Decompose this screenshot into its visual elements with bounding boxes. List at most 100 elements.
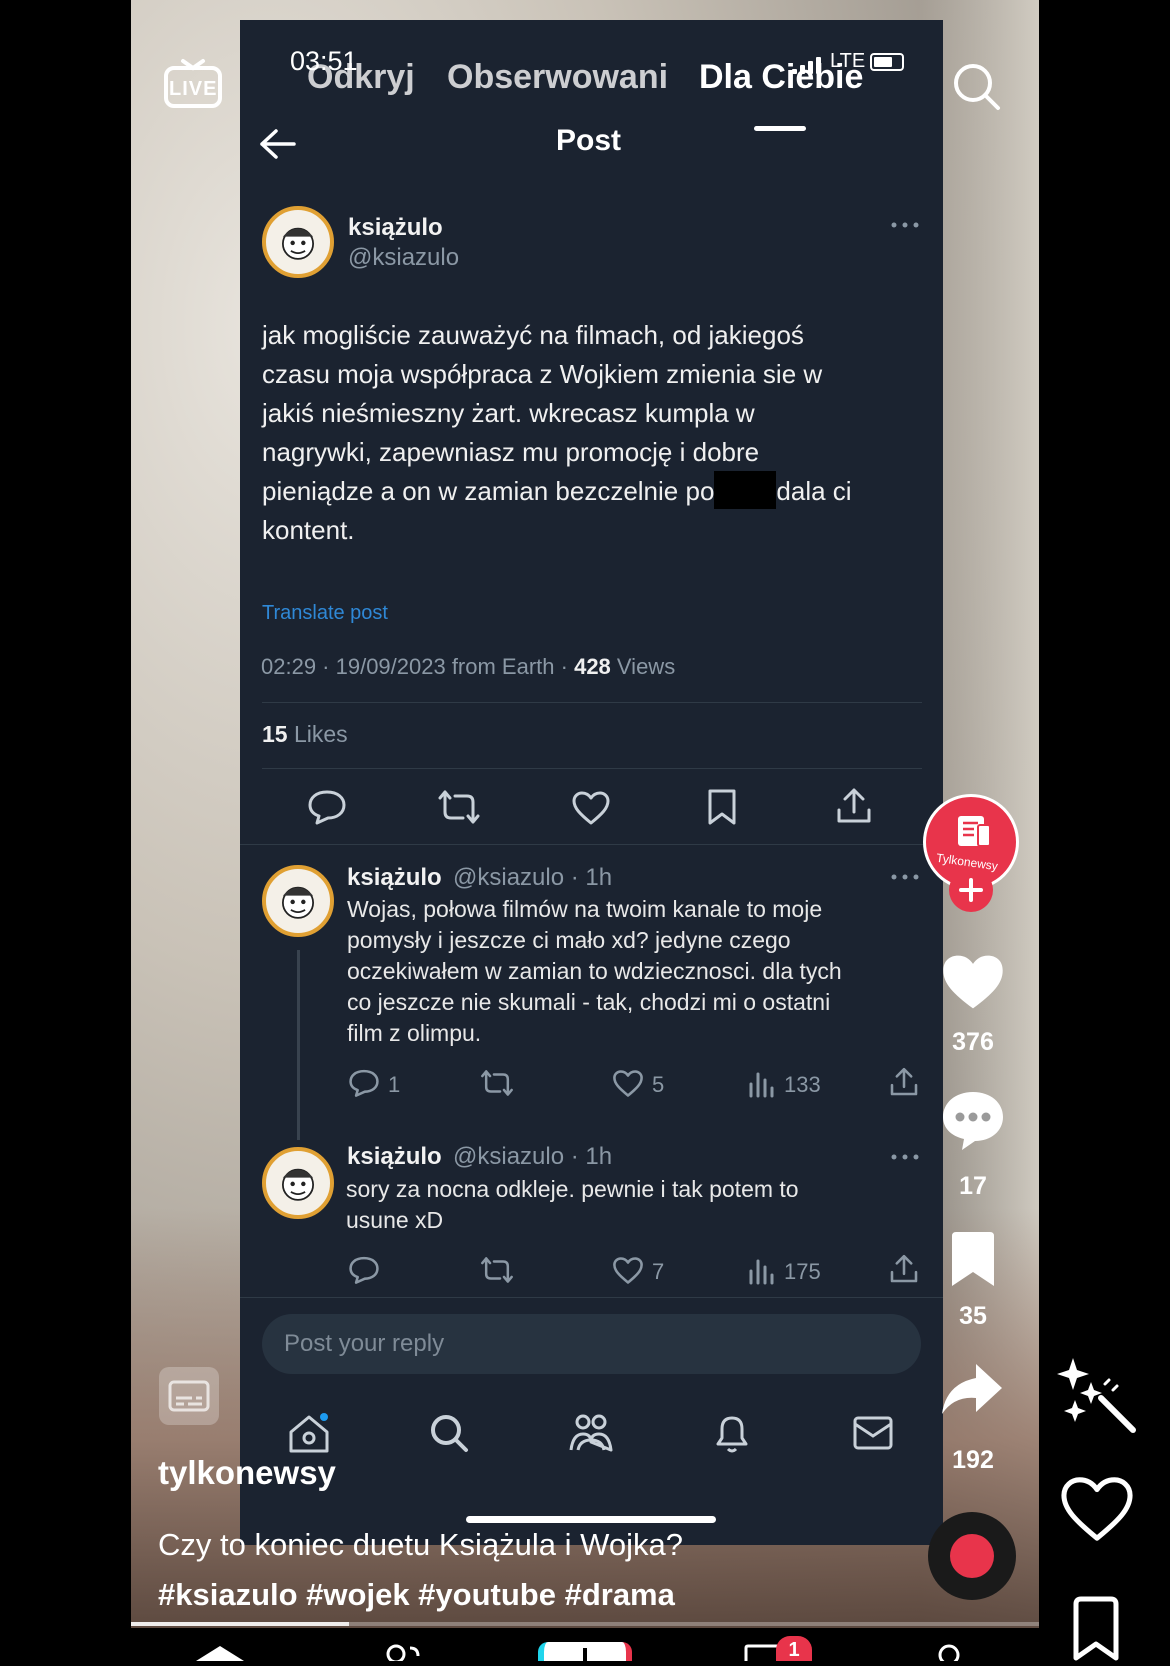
effects-button[interactable] <box>1055 1354 1139 1439</box>
reply-input[interactable]: Post your reply <box>262 1314 921 1374</box>
more-options-button[interactable] <box>890 870 920 882</box>
nav-home-button[interactable] <box>196 1646 244 1661</box>
avatar-face-icon <box>282 1168 314 1201</box>
favorite-button[interactable] <box>948 1230 998 1293</box>
reply-like-button[interactable] <box>612 1256 644 1290</box>
captions-icon <box>159 1367 219 1425</box>
twitter-search-button[interactable] <box>428 1412 470 1459</box>
live-button[interactable]: LIVE <box>163 58 223 110</box>
more-options-button[interactable] <box>890 1150 920 1162</box>
live-label: LIVE <box>169 78 218 100</box>
reply-handle-time[interactable]: @ksiazulo · 1h <box>453 1143 612 1171</box>
avatar-face-icon <box>282 886 314 919</box>
views-count: 428 <box>574 654 611 679</box>
comment-count: 17 <box>959 1172 987 1200</box>
reply-line: usune xD <box>346 1207 444 1233</box>
plus-icon <box>959 878 983 902</box>
twitter-home-button[interactable] <box>287 1412 331 1459</box>
inbox-badge: 1 <box>776 1636 812 1661</box>
bookmark-button[interactable] <box>706 788 738 831</box>
nav-create-button[interactable] <box>538 1642 632 1661</box>
likes-summary[interactable]: 15 Likes <box>262 721 348 748</box>
like-count: 376 <box>952 1028 994 1056</box>
sound-disc-button[interactable] <box>928 1512 1016 1600</box>
like-video-button[interactable] <box>940 952 1006 1017</box>
avatar[interactable] <box>262 865 334 937</box>
reply-like-button[interactable] <box>612 1069 644 1103</box>
post-line-part: pieniądze a on w zamian bezczelnie po <box>262 476 715 506</box>
more-dots-icon <box>891 1154 919 1160</box>
back-button[interactable] <box>258 128 298 160</box>
reply-line: Wojas, połowa filmów na twoim kanale to … <box>347 896 823 922</box>
reply-views-button[interactable] <box>748 1070 774 1103</box>
home-icon <box>196 1646 244 1661</box>
more-dots-icon <box>891 222 919 228</box>
nav-friends-button[interactable] <box>382 1642 430 1664</box>
views-chart-icon <box>749 1072 774 1098</box>
bell-icon <box>716 1416 748 1453</box>
avatar[interactable] <box>262 1147 334 1219</box>
reply-repost-button[interactable] <box>480 1255 514 1290</box>
twitter-messages-button[interactable] <box>852 1414 894 1457</box>
repost-button[interactable] <box>437 788 481 831</box>
reply-line: pomysły i jeszcze ci mało xd? jedyne cze… <box>347 927 791 953</box>
share-video-button[interactable] <box>940 1360 1004 1423</box>
video-caption[interactable]: Czy to koniec duetu Książula i Wojka? #k… <box>158 1520 683 1620</box>
post-author-name[interactable]: książulo <box>348 214 443 242</box>
battery-icon <box>870 53 904 71</box>
twitter-notifications-button[interactable] <box>712 1412 752 1459</box>
nav-profile-button[interactable] <box>934 1642 964 1666</box>
reply-author-name[interactable]: książulo <box>347 1143 442 1171</box>
translate-post-link[interactable]: Translate post <box>262 602 388 625</box>
reply-views-count: 175 <box>784 1259 821 1284</box>
reply-views-count: 133 <box>784 1072 821 1097</box>
avatar[interactable] <box>262 206 334 278</box>
reply-repost-button[interactable] <box>480 1068 514 1103</box>
caption-hashtags[interactable]: #ksiazulo #wojek #youtube #drama <box>158 1570 683 1620</box>
tab-obserwowani[interactable]: Obserwowani <box>447 58 668 97</box>
reply-comment-button[interactable] <box>348 1068 380 1103</box>
twitter-communities-button[interactable] <box>568 1412 614 1459</box>
share-icon <box>890 1254 918 1283</box>
tab-dla-ciebie[interactable]: Dla Ciebie <box>699 58 863 97</box>
like-button[interactable] <box>571 790 611 831</box>
reply-like-count: 5 <box>652 1072 665 1097</box>
search-icon <box>431 1415 468 1452</box>
share-count: 192 <box>952 1446 994 1474</box>
bookmark-count: 35 <box>959 1302 987 1330</box>
tab-odkryj[interactable]: Odkryj <box>307 58 415 97</box>
back-arrow-icon <box>260 129 296 159</box>
video-progress-fill <box>131 1622 349 1626</box>
comments-button[interactable] <box>940 1088 1006 1157</box>
reply-share-button[interactable] <box>888 1253 920 1290</box>
comment-icon <box>349 1069 379 1097</box>
reply-comment-button[interactable] <box>348 1255 380 1290</box>
reply-handle-time[interactable]: @ksiazulo · 1h <box>453 864 612 892</box>
bottom-nav: 1 <box>0 1636 1170 1666</box>
reply-author-name[interactable]: książulo <box>347 864 442 892</box>
like-side-button[interactable] <box>1058 1474 1136 1549</box>
reply-share-button[interactable] <box>888 1066 920 1103</box>
video-progress-bar[interactable] <box>131 1622 1039 1626</box>
thread-line <box>297 950 300 1140</box>
reply-button[interactable] <box>307 788 347 831</box>
heart-icon <box>613 1070 643 1097</box>
more-options-button[interactable] <box>890 218 920 230</box>
repost-icon <box>481 1070 513 1096</box>
inbox-badge-count: 1 <box>788 1639 800 1661</box>
search-button[interactable] <box>952 62 1002 112</box>
avatar-face-icon <box>282 227 314 260</box>
reply-line: co jeszcze nie skumali - tak, chodzi mi … <box>347 989 831 1015</box>
reply-views-button[interactable] <box>748 1257 774 1290</box>
follow-button[interactable] <box>949 868 993 912</box>
heart-icon <box>572 791 610 825</box>
creator-username[interactable]: tylkonewsy <box>158 1454 336 1492</box>
divider <box>262 768 922 769</box>
mail-icon <box>853 1416 893 1450</box>
share-icon <box>890 1067 918 1096</box>
captions-button[interactable] <box>158 1366 220 1431</box>
caption-text: Czy to koniec duetu Książula i Wojka? <box>158 1527 683 1562</box>
share-button[interactable] <box>834 786 874 831</box>
reply-input-placeholder: Post your reply <box>284 1330 445 1357</box>
post-author-handle[interactable]: @ksiazulo <box>348 244 459 272</box>
